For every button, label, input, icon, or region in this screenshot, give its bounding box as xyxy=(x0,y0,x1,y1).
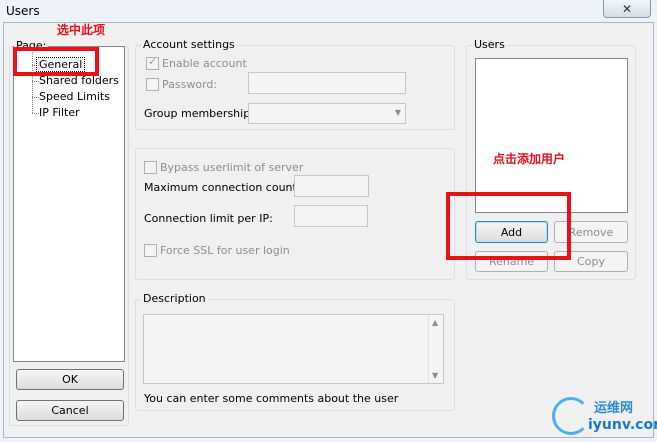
group-membership-select[interactable]: ▼ xyxy=(248,103,406,124)
group-membership-label: Group membership: xyxy=(144,107,254,120)
tree-connector xyxy=(32,113,39,114)
watermark-logo: 运维网 iyunv.com xyxy=(548,393,657,439)
watermark-swirl-icon xyxy=(552,397,590,435)
bypass-userlimit-label: Bypass userlimit of server xyxy=(160,161,304,174)
annotation-click-add-user: 点击添加用户 xyxy=(493,152,566,166)
users-list[interactable] xyxy=(475,58,628,213)
highlight-general-box xyxy=(13,47,99,76)
scroll-up-icon: ▲ xyxy=(432,318,439,327)
max-connection-count-field[interactable] xyxy=(294,175,369,197)
page-tree: General Shared folders Speed Limits IP F… xyxy=(13,46,125,362)
account-settings-label: Account settings xyxy=(141,38,237,51)
chevron-down-icon: ▼ xyxy=(394,108,401,117)
watermark-en: iyunv.com xyxy=(588,417,657,433)
close-icon: ✕ xyxy=(621,1,633,16)
annotation-select-item: 选中此项 xyxy=(57,23,106,37)
description-textarea[interactable]: ▲ ▼ xyxy=(143,314,444,384)
watermark-cn: 运维网 xyxy=(594,401,634,416)
scroll-down-icon: ▼ xyxy=(432,371,439,380)
window-title: Users xyxy=(6,4,40,18)
password-field[interactable] xyxy=(248,72,406,94)
enable-account-label: Enable account xyxy=(162,57,247,70)
tree-item-ip-filter[interactable]: IP Filter xyxy=(39,106,80,119)
checkmark-icon: ✓ xyxy=(148,55,158,68)
tree-item-speed-limits[interactable]: Speed Limits xyxy=(39,90,110,103)
highlight-add-box xyxy=(446,192,571,260)
connection-limit-per-ip-label: Connection limit per IP: xyxy=(144,212,273,225)
ok-button[interactable]: OK xyxy=(16,369,124,390)
password-checkbox[interactable] xyxy=(146,78,159,91)
connection-limit-per-ip-field[interactable] xyxy=(294,205,368,227)
close-button[interactable]: ✕ xyxy=(603,0,651,18)
enable-account-checkbox[interactable]: ✓ xyxy=(146,55,159,70)
force-ssl-checkbox[interactable] xyxy=(144,244,157,257)
description-hint: You can enter some comments about the us… xyxy=(144,392,399,405)
users-group-label: Users xyxy=(472,38,507,51)
tree-connector xyxy=(32,97,39,98)
description-scrollbar[interactable]: ▲ ▼ xyxy=(428,315,443,383)
password-label: Password: xyxy=(162,78,218,91)
description-label: Description xyxy=(141,292,208,305)
tree-connector xyxy=(32,81,39,82)
force-ssl-label: Force SSL for user login xyxy=(160,244,290,257)
cancel-button[interactable]: Cancel xyxy=(16,400,124,421)
bypass-userlimit-checkbox[interactable] xyxy=(144,161,157,174)
max-connection-count-label: Maximum connection count: xyxy=(144,181,301,194)
